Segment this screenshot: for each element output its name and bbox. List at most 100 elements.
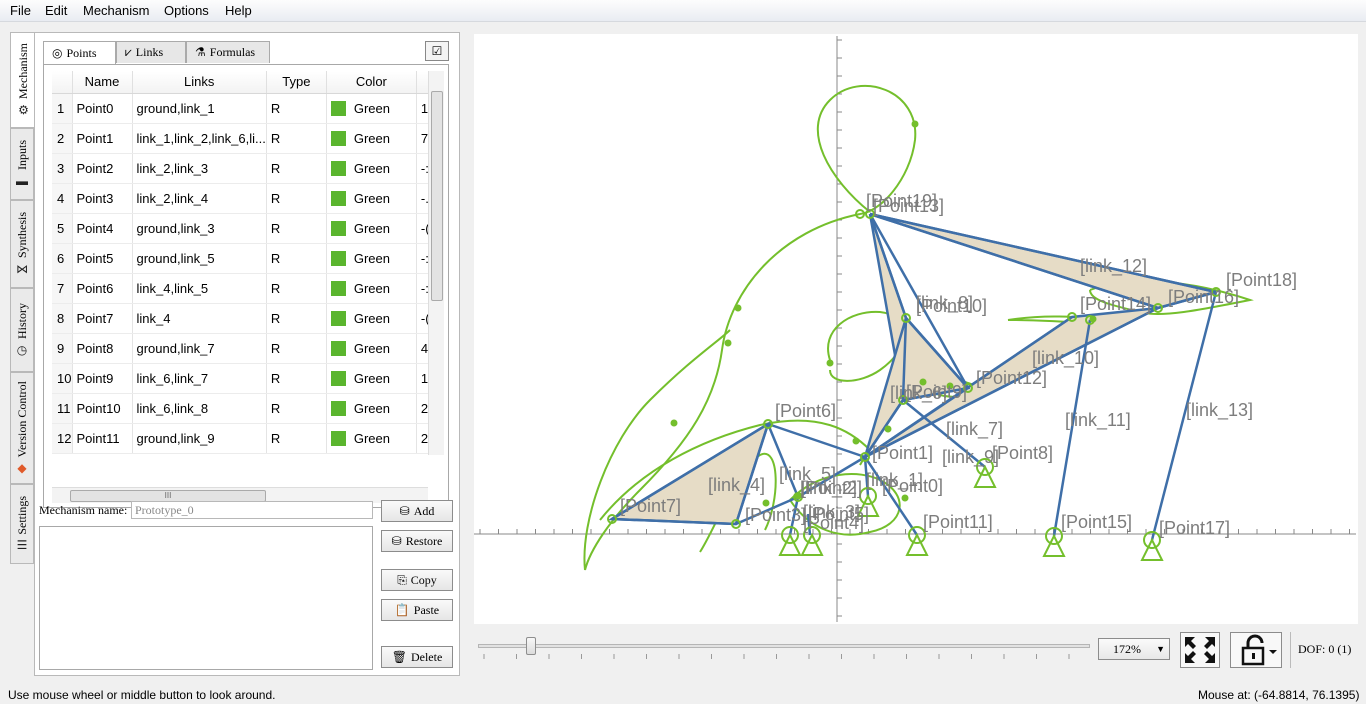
paste-button[interactable]: 📋 Paste bbox=[381, 599, 453, 621]
row-number-cell[interactable]: 10 bbox=[52, 363, 73, 394]
menu-help[interactable]: Help bbox=[225, 3, 252, 18]
table-row[interactable]: 12 Point11 ground,link_9 R Green 2 bbox=[52, 423, 433, 454]
links-cell[interactable]: ground,link_3 bbox=[132, 213, 267, 244]
name-cell[interactable]: Point9 bbox=[72, 363, 133, 394]
type-cell[interactable]: R bbox=[266, 363, 327, 394]
zoom-select[interactable]: 172% ▼ bbox=[1098, 638, 1170, 660]
row-number-cell[interactable]: 3 bbox=[52, 153, 73, 184]
links-cell[interactable]: link_6,link_7 bbox=[132, 363, 267, 394]
delete-button[interactable]: 🗑 Delete bbox=[381, 646, 453, 668]
table-row[interactable]: 10 Point9 link_6,link_7 R Green 1 bbox=[52, 363, 433, 394]
name-cell[interactable]: Point4 bbox=[72, 213, 133, 244]
color-cell[interactable]: Green bbox=[326, 213, 417, 244]
menu-mechanism[interactable]: Mechanism bbox=[83, 3, 149, 18]
color-cell[interactable]: Green bbox=[326, 393, 417, 424]
row-number-cell[interactable]: 1 bbox=[52, 93, 73, 124]
type-cell[interactable]: R bbox=[266, 213, 327, 244]
row-number-cell[interactable]: 4 bbox=[52, 183, 73, 214]
type-cell[interactable]: R bbox=[266, 93, 327, 124]
canvas-drawing[interactable]: [Point19][Point13][Point18][Point16][Poi… bbox=[474, 34, 1358, 624]
tab-formulas[interactable]: ⚗ Formulas bbox=[186, 41, 270, 63]
lock-button[interactable] bbox=[1230, 632, 1282, 668]
table-row[interactable]: 5 Point4 ground,link_3 R Green -( bbox=[52, 213, 433, 244]
tab-links[interactable]: ⩗ Links bbox=[116, 41, 186, 63]
restore-button[interactable]: ⛁ Restore bbox=[381, 530, 453, 552]
links-cell[interactable]: link_1,link_2,link_6,li... bbox=[132, 123, 267, 154]
zoom-to-fit-button[interactable] bbox=[1180, 632, 1220, 668]
menu-options[interactable]: Options bbox=[164, 3, 209, 18]
row-number-cell[interactable]: 12 bbox=[52, 423, 73, 454]
type-cell[interactable]: R bbox=[266, 423, 327, 454]
links-cell[interactable]: ground,link_9 bbox=[132, 423, 267, 454]
links-cell[interactable]: ground,link_5 bbox=[132, 243, 267, 274]
name-cell[interactable]: Point1 bbox=[72, 123, 133, 154]
tab-inputs[interactable]: Inputs ▬ bbox=[10, 128, 34, 200]
tab-version-control[interactable]: Version Control ◆ bbox=[10, 372, 34, 484]
animation-slider-track[interactable] bbox=[478, 644, 1090, 648]
row-number-cell[interactable]: 8 bbox=[52, 303, 73, 334]
links-cell[interactable]: link_2,link_4 bbox=[132, 183, 267, 214]
name-cell[interactable]: Point11 bbox=[72, 423, 133, 454]
color-cell[interactable]: Green bbox=[326, 303, 417, 334]
column-header-type[interactable]: Type bbox=[266, 71, 327, 94]
links-cell[interactable]: link_4 bbox=[132, 303, 267, 334]
row-number-cell[interactable]: 9 bbox=[52, 333, 73, 364]
color-cell[interactable]: Green bbox=[326, 93, 417, 124]
color-cell[interactable]: Green bbox=[326, 183, 417, 214]
links-cell[interactable]: ground,link_1 bbox=[132, 93, 267, 124]
name-cell[interactable]: Point6 bbox=[72, 273, 133, 304]
type-cell[interactable]: R bbox=[266, 333, 327, 364]
type-cell[interactable]: R bbox=[266, 243, 327, 274]
color-cell[interactable]: Green bbox=[326, 123, 417, 154]
menu-edit[interactable]: Edit bbox=[45, 3, 67, 18]
row-number-cell[interactable]: 5 bbox=[52, 213, 73, 244]
name-cell[interactable]: Point3 bbox=[72, 183, 133, 214]
tab-points[interactable]: ◎ Points bbox=[43, 41, 116, 64]
type-cell[interactable]: R bbox=[266, 273, 327, 304]
row-number-cell[interactable]: 7 bbox=[52, 273, 73, 304]
color-cell[interactable]: Green bbox=[326, 153, 417, 184]
links-cell[interactable]: link_2,link_3 bbox=[132, 153, 267, 184]
tab-history[interactable]: History ◷ bbox=[10, 288, 34, 372]
table-row[interactable]: 8 Point7 link_4 R Green -( bbox=[52, 303, 433, 334]
panel-option-button[interactable]: ☑ bbox=[425, 41, 449, 61]
column-header-name[interactable]: Name bbox=[72, 71, 133, 94]
type-cell[interactable]: R bbox=[266, 303, 327, 334]
table-row[interactable]: 1 Point0 ground,link_1 R Green 1 bbox=[52, 93, 433, 124]
name-cell[interactable]: Point5 bbox=[72, 243, 133, 274]
name-cell[interactable]: Point0 bbox=[72, 93, 133, 124]
vertical-scroll-thumb[interactable] bbox=[431, 91, 443, 301]
color-cell[interactable]: Green bbox=[326, 243, 417, 274]
column-header-links[interactable]: Links bbox=[132, 71, 267, 94]
name-cell[interactable]: Point2 bbox=[72, 153, 133, 184]
name-cell[interactable]: Point8 bbox=[72, 333, 133, 364]
color-cell[interactable]: Green bbox=[326, 333, 417, 364]
links-cell[interactable]: link_4,link_5 bbox=[132, 273, 267, 304]
name-cell[interactable]: Point7 bbox=[72, 303, 133, 334]
table-row[interactable]: 9 Point8 ground,link_7 R Green 4 bbox=[52, 333, 433, 364]
type-cell[interactable]: R bbox=[266, 153, 327, 184]
color-cell[interactable]: Green bbox=[326, 363, 417, 394]
mechanism-list[interactable] bbox=[39, 526, 373, 670]
mechanism-canvas[interactable]: [Point19] [Point13] [Point18] [Point16] [Poi… bbox=[474, 34, 1358, 624]
table-row[interactable]: 11 Point10 link_6,link_8 R Green 2 bbox=[52, 393, 433, 424]
type-cell[interactable]: R bbox=[266, 183, 327, 214]
tab-mechanism[interactable]: Mechanism ⚙ bbox=[10, 32, 36, 128]
column-header-color[interactable]: Color bbox=[326, 71, 417, 94]
table-row[interactable]: 2 Point1 link_1,link_2,link_6,li... R Green 7 bbox=[52, 123, 433, 154]
table-row[interactable]: 7 Point6 link_4,link_5 R Green -: bbox=[52, 273, 433, 304]
name-cell[interactable]: Point10 bbox=[72, 393, 133, 424]
type-cell[interactable]: R bbox=[266, 393, 327, 424]
table-vertical-scrollbar[interactable] bbox=[428, 71, 444, 455]
table-row[interactable]: 4 Point3 link_2,link_4 R Green -. bbox=[52, 183, 433, 214]
row-number-cell[interactable]: 6 bbox=[52, 243, 73, 274]
mechanism-name-input[interactable]: Prototype_0 bbox=[131, 501, 373, 519]
links-cell[interactable]: link_6,link_8 bbox=[132, 393, 267, 424]
tab-synthesis[interactable]: Synthesis ⋈ bbox=[10, 200, 34, 288]
row-number-cell[interactable]: 2 bbox=[52, 123, 73, 154]
tab-settings[interactable]: Settings ☰ bbox=[10, 484, 34, 564]
table-row[interactable]: 3 Point2 link_2,link_3 R Green -: bbox=[52, 153, 433, 184]
add-button[interactable]: ⛁ Add bbox=[381, 500, 453, 522]
menu-file[interactable]: File bbox=[10, 3, 31, 18]
copy-button[interactable]: ⎘ Copy bbox=[381, 569, 453, 591]
